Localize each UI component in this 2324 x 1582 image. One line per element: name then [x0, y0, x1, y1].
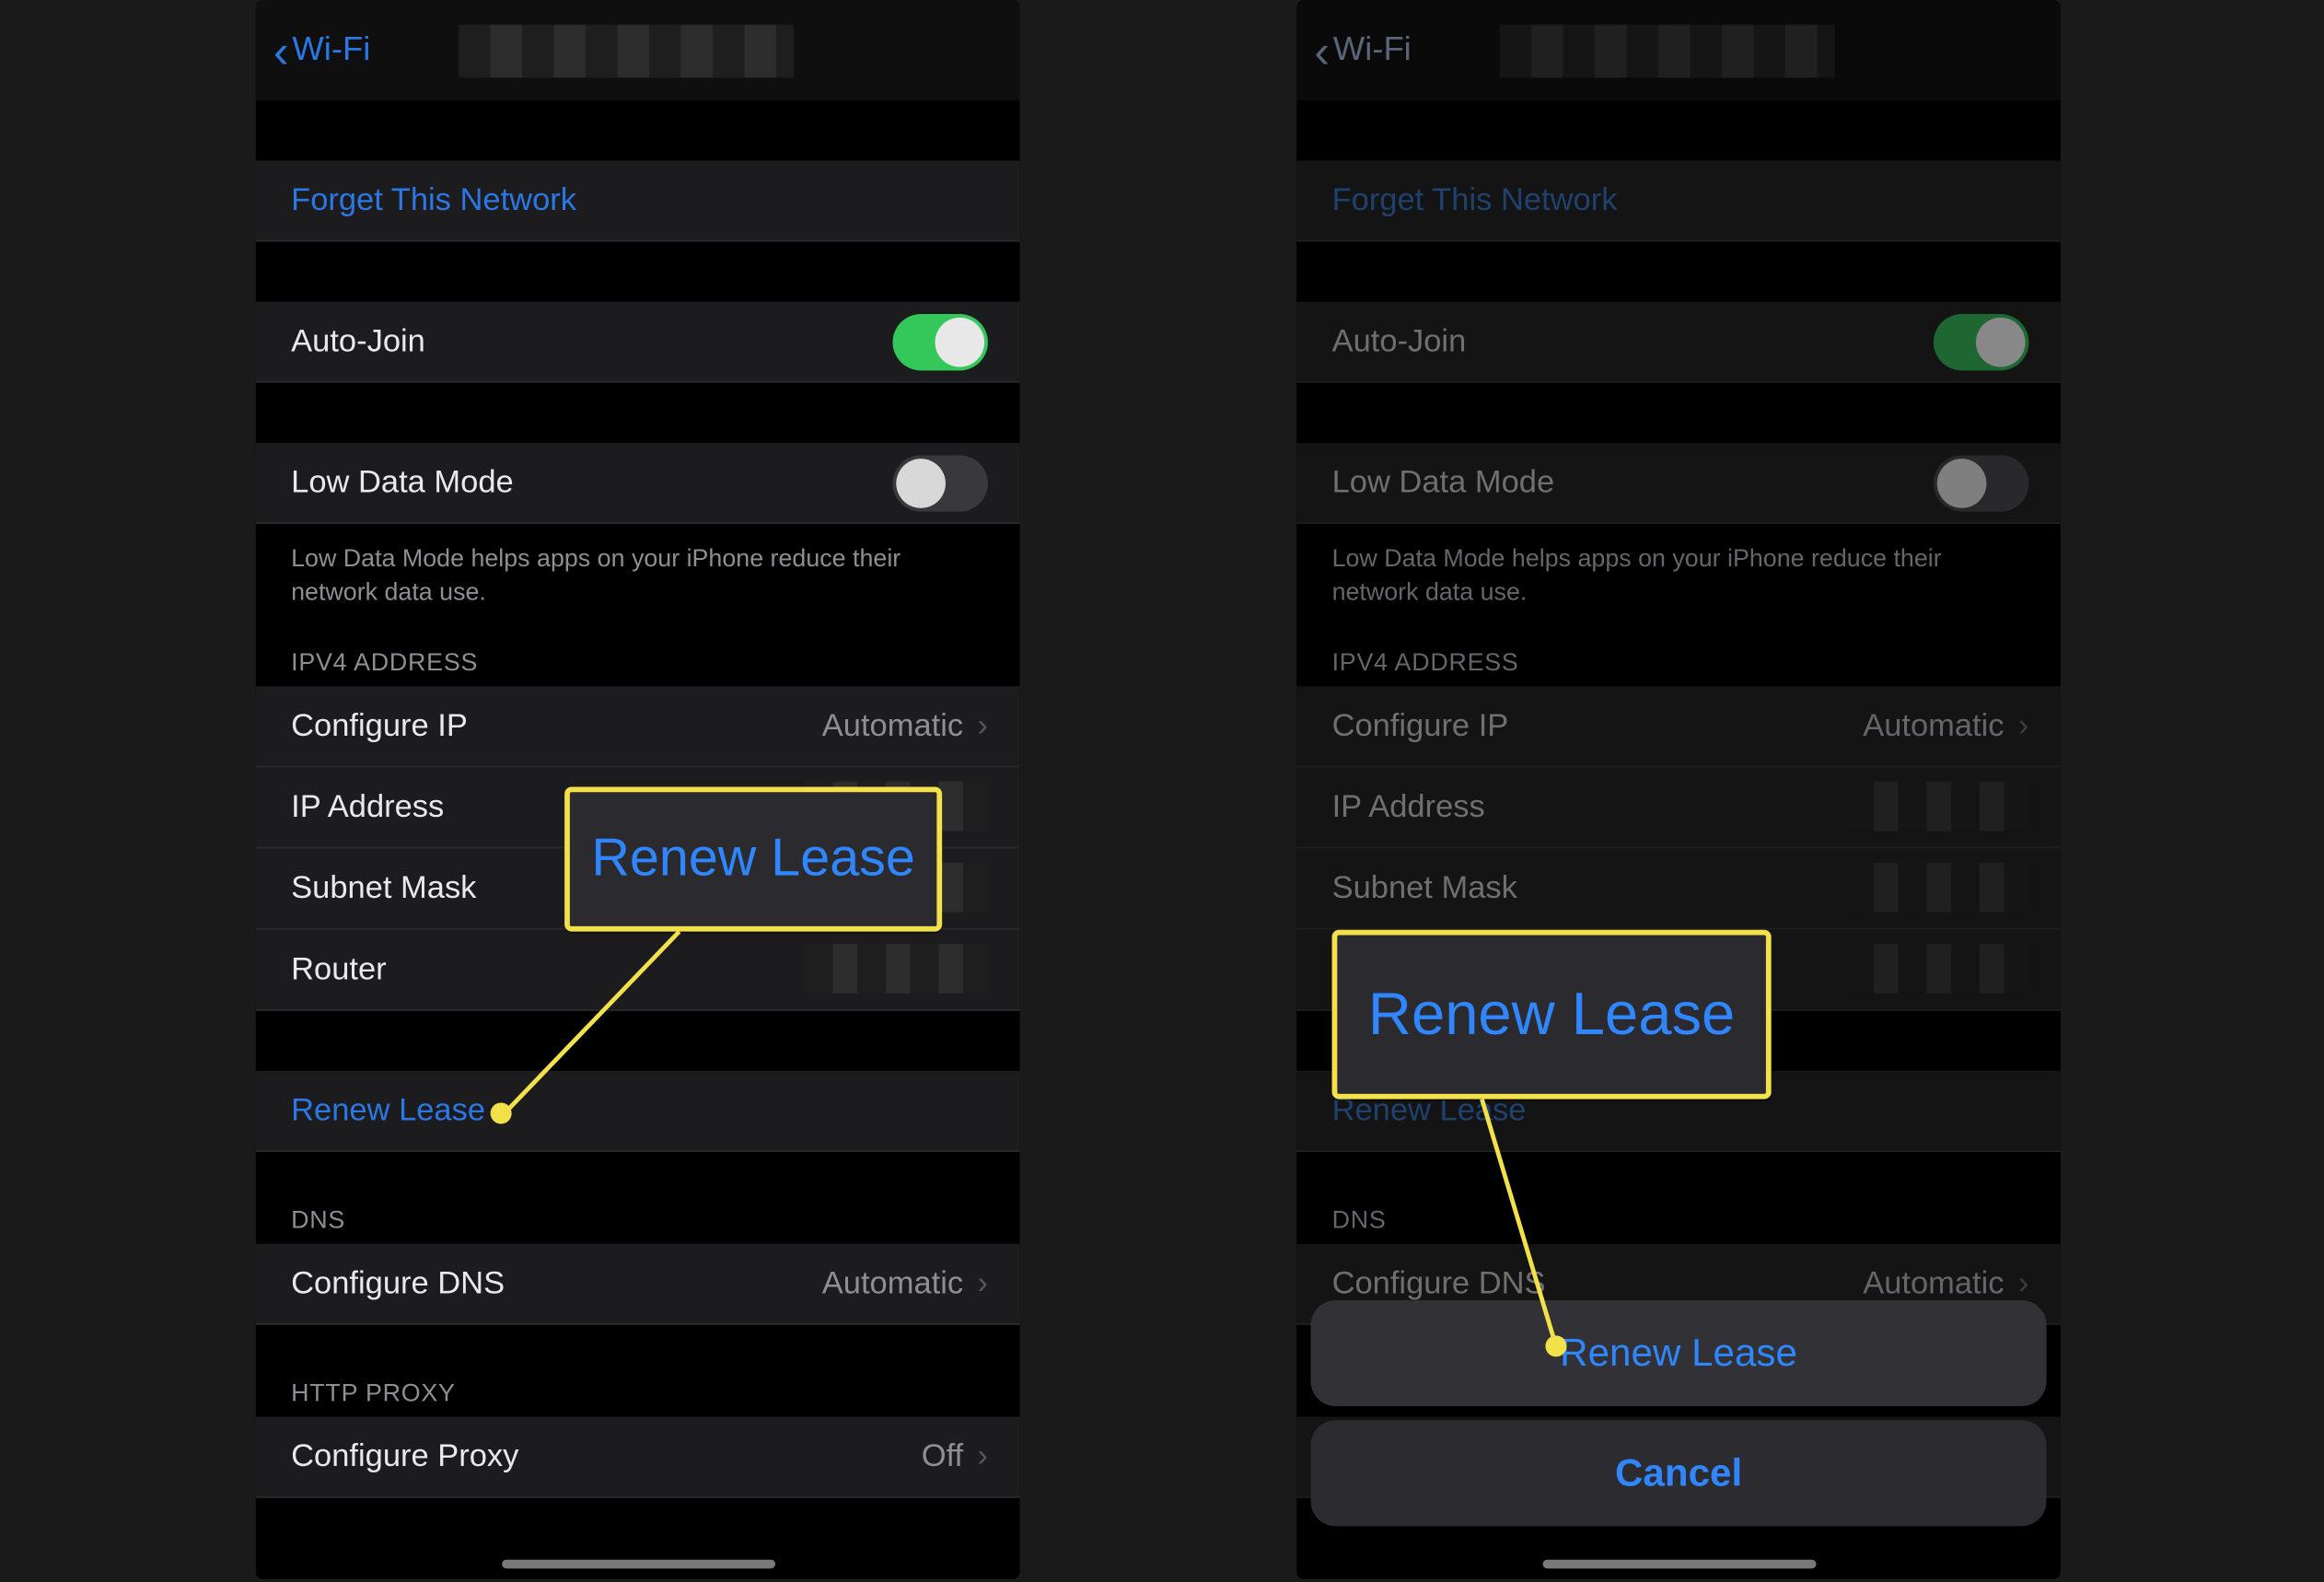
section-header-ipv4: IPV4 ADDRESS	[1296, 626, 2061, 686]
forget-network-label: Forget This Network	[291, 181, 576, 218]
configure-ip-value: Automatic	[822, 707, 963, 744]
sheet-renew-lease-button[interactable]: Renew Lease	[1311, 1300, 2047, 1406]
network-name-redacted	[459, 24, 794, 76]
configure-ip-value: Automatic	[1863, 707, 2004, 744]
forget-network-cell[interactable]: Forget This Network	[1296, 160, 2061, 241]
low-data-toggle[interactable]	[1934, 454, 2028, 510]
configure-proxy-label: Configure Proxy	[291, 1437, 518, 1474]
low-data-label: Low Data Mode	[1332, 464, 1555, 501]
back-button[interactable]: ‹ Wi-Fi	[1314, 28, 1411, 74]
subnet-label: Subnet Mask	[291, 869, 476, 906]
back-label: Wi-Fi	[1333, 31, 1412, 70]
router-cell: Router	[1296, 929, 2061, 1010]
configure-dns-label: Configure DNS	[1332, 1264, 1546, 1301]
home-indicator[interactable]	[501, 1560, 774, 1569]
subnet-mask-cell: Subnet Mask	[1296, 848, 2061, 929]
chevron-right-icon: ›	[977, 1437, 987, 1474]
subnet-value-redacted	[805, 863, 988, 913]
auto-join-label: Auto-Join	[291, 323, 425, 360]
auto-join-toggle[interactable]	[892, 313, 987, 369]
back-label: Wi-Fi	[292, 31, 370, 70]
chevron-left-icon: ‹	[273, 28, 289, 74]
sheet-cancel-label: Cancel	[1615, 1450, 1742, 1496]
low-data-label: Low Data Mode	[291, 464, 514, 501]
section-header-dns: DNS	[1296, 1152, 2061, 1244]
configure-dns-value: Automatic	[822, 1264, 963, 1301]
ip-address-label: IP Address	[291, 788, 444, 825]
low-data-toggle[interactable]	[892, 454, 987, 510]
ip-address-cell: IP Address	[1296, 767, 2061, 848]
chevron-right-icon: ›	[977, 1264, 987, 1301]
configure-dns-label: Configure DNS	[291, 1264, 505, 1301]
back-button[interactable]: ‹ Wi-Fi	[273, 28, 370, 74]
network-name-redacted	[1500, 24, 1835, 76]
forget-network-label: Forget This Network	[1332, 181, 1618, 218]
phone-right: ‹ Wi-Fi Forget This Network Auto-Join Lo…	[1296, 0, 2061, 1579]
low-data-cell[interactable]: Low Data Mode	[256, 443, 1020, 524]
renew-lease-cell[interactable]: Renew Lease	[256, 1071, 1020, 1152]
renew-lease-label: Renew Lease	[291, 1092, 485, 1129]
auto-join-label: Auto-Join	[1332, 323, 1467, 360]
configure-proxy-value: Off	[922, 1437, 963, 1474]
chevron-right-icon: ›	[977, 707, 987, 744]
ip-value-redacted	[1845, 782, 2028, 832]
chevron-right-icon: ›	[2018, 1264, 2028, 1301]
phone-left: ‹ Wi-Fi Forget This Network Auto-Join Lo…	[256, 0, 1020, 1579]
subnet-value-redacted	[1845, 863, 2028, 913]
low-data-footnote: Low Data Mode helps apps on your iPhone …	[1296, 524, 2061, 626]
configure-proxy-cell[interactable]: Configure Proxy Off ›	[256, 1416, 1020, 1497]
auto-join-cell[interactable]: Auto-Join	[1296, 302, 2061, 383]
configure-dns-cell[interactable]: Configure DNS Automatic ›	[256, 1243, 1020, 1324]
configure-ip-cell[interactable]: Configure IP Automatic ›	[256, 686, 1020, 767]
configure-ip-label: Configure IP	[291, 707, 468, 744]
nav-header: ‹ Wi-Fi	[1296, 0, 2061, 100]
chevron-right-icon: ›	[2018, 707, 2028, 744]
router-value-redacted	[805, 945, 988, 995]
renew-lease-label: Renew Lease	[1332, 1092, 1527, 1129]
configure-dns-value: Automatic	[1863, 1264, 2004, 1301]
action-sheet: Renew Lease Cancel	[1311, 1300, 2047, 1526]
router-value-redacted	[1845, 945, 2028, 995]
subnet-label: Subnet Mask	[1332, 869, 1517, 906]
configure-ip-label: Configure IP	[1332, 707, 1509, 744]
section-header-ipv4: IPV4 ADDRESS	[256, 626, 1020, 686]
section-header-dns: DNS	[256, 1152, 1020, 1244]
router-label: Router	[1332, 950, 1428, 987]
configure-ip-cell[interactable]: Configure IP Automatic ›	[1296, 686, 2061, 767]
auto-join-cell[interactable]: Auto-Join	[256, 302, 1020, 383]
ip-address-label: IP Address	[1332, 788, 1485, 825]
low-data-footnote: Low Data Mode helps apps on your iPhone …	[256, 524, 1020, 626]
auto-join-toggle[interactable]	[1934, 313, 2028, 369]
renew-lease-cell[interactable]: Renew Lease	[1296, 1071, 2061, 1152]
router-cell: Router	[256, 929, 1020, 1010]
ip-value-redacted	[805, 782, 988, 832]
sheet-cancel-button[interactable]: Cancel	[1311, 1420, 2047, 1526]
router-label: Router	[291, 950, 387, 987]
sheet-renew-label: Renew Lease	[1560, 1331, 1797, 1377]
section-header-proxy: HTTP PROXY	[256, 1324, 1020, 1416]
forget-network-cell[interactable]: Forget This Network	[256, 160, 1020, 241]
home-indicator[interactable]	[1542, 1560, 1816, 1569]
chevron-left-icon: ‹	[1314, 28, 1330, 74]
subnet-mask-cell: Subnet Mask	[256, 848, 1020, 929]
low-data-cell[interactable]: Low Data Mode	[1296, 443, 2061, 524]
nav-header: ‹ Wi-Fi	[256, 0, 1020, 100]
ip-address-cell: IP Address	[256, 767, 1020, 848]
